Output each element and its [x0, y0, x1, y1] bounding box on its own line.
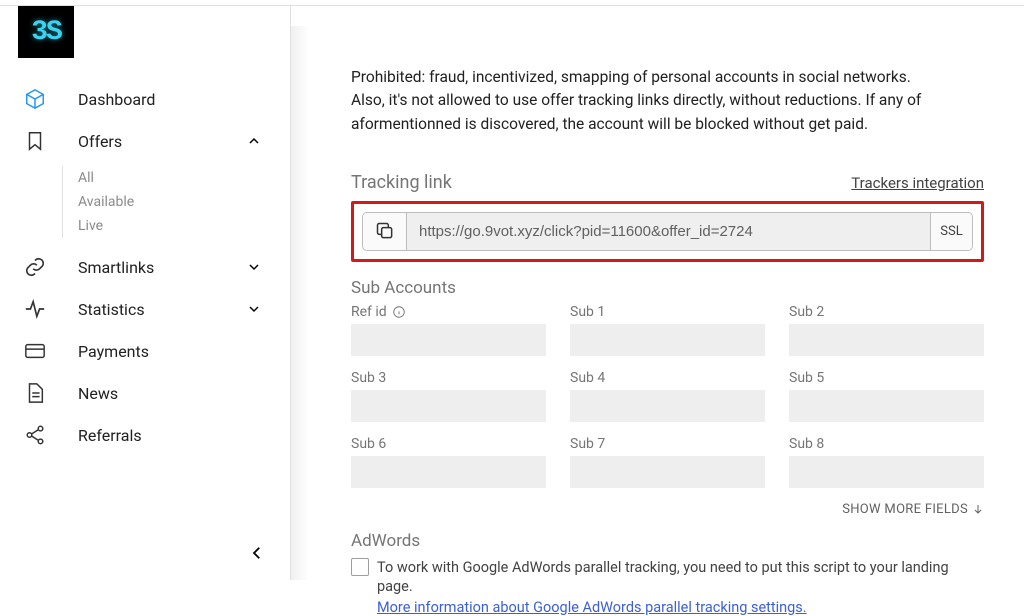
file-icon	[22, 380, 48, 406]
sub3-input[interactable]	[351, 390, 546, 422]
ssl-toggle[interactable]: SSL	[930, 213, 972, 250]
adwords-checkbox[interactable]	[351, 558, 369, 576]
sidebar-item-dashboard[interactable]: Dashboard	[0, 78, 290, 120]
tracking-link-title: Tracking link	[351, 172, 452, 193]
info-icon[interactable]	[392, 305, 406, 319]
trackers-integration-link[interactable]: Trackers integration	[851, 174, 984, 192]
sub-field-label: Sub 8	[789, 436, 824, 452]
chevron-up-icon	[246, 133, 262, 149]
tracking-link-highlight: SSL	[351, 201, 984, 262]
sidebar-item-label: News	[78, 384, 268, 403]
sub6-input[interactable]	[351, 456, 546, 488]
cube-icon	[22, 86, 48, 112]
sidebar-item-label: Referrals	[78, 426, 268, 445]
sidebar-item-smartlinks[interactable]: Smartlinks	[0, 246, 290, 288]
sidebar: Dashboard Offers All Available Live	[0, 6, 290, 580]
sidebar-item-label: Payments	[78, 342, 268, 361]
sub-field-label: Sub 1	[570, 304, 605, 320]
sub-field-label: Sub 4	[570, 370, 605, 386]
adwords-description: To work with Google AdWords parallel tra…	[377, 559, 949, 595]
link-icon	[22, 254, 48, 280]
sidebar-item-payments[interactable]: Payments	[0, 330, 290, 372]
sidebar-item-offers[interactable]: Offers	[0, 120, 290, 162]
show-more-label: SHOW MORE FIELDS	[842, 502, 968, 517]
sub-field-label: Sub 2	[789, 304, 824, 320]
copy-button[interactable]	[363, 213, 407, 250]
refid-input[interactable]	[351, 324, 546, 356]
sidebar-item-statistics[interactable]: Statistics	[0, 288, 290, 330]
notice-text: Prohibited: fraud, incentivized, smappin…	[351, 6, 984, 136]
sidebar-item-news[interactable]: News	[0, 372, 290, 414]
sub-field-label: Sub 6	[351, 436, 386, 452]
adwords-more-info-link[interactable]: More information about Google AdWords pa…	[377, 599, 984, 616]
offers-submenu: All Available Live	[0, 162, 290, 246]
sidebar-item-label: Statistics	[78, 300, 246, 319]
sidebar-subitem-live[interactable]: Live	[78, 214, 290, 238]
show-more-fields-button[interactable]: SHOW MORE FIELDS	[351, 502, 984, 517]
sub-field-label: Ref id	[351, 304, 387, 320]
sidebar-subitem-available[interactable]: Available	[78, 190, 290, 214]
sub-field-label: Sub 5	[789, 370, 824, 386]
main-content: Prohibited: fraud, incentivized, smappin…	[291, 6, 1024, 616]
chevron-left-icon	[248, 544, 266, 562]
chevron-down-icon	[246, 259, 262, 275]
sidebar-item-referrals[interactable]: Referrals	[0, 414, 290, 456]
sidebar-collapse-button[interactable]	[248, 544, 266, 562]
sub-accounts-title: Sub Accounts	[351, 278, 984, 298]
sub2-input[interactable]	[789, 324, 984, 356]
arrow-down-icon	[972, 503, 984, 515]
chevron-down-icon	[246, 301, 262, 317]
sub-field-label: Sub 7	[570, 436, 605, 452]
bookmark-icon	[22, 128, 48, 154]
adwords-title: AdWords	[351, 531, 984, 551]
tracking-url-input[interactable]	[407, 213, 930, 250]
sidebar-item-label: Dashboard	[78, 90, 268, 109]
sub8-input[interactable]	[789, 456, 984, 488]
sub4-input[interactable]	[570, 390, 765, 422]
sidebar-item-label: Offers	[78, 132, 246, 151]
activity-icon	[22, 296, 48, 322]
sub5-input[interactable]	[789, 390, 984, 422]
sidebar-item-label: Smartlinks	[78, 258, 246, 277]
sub7-input[interactable]	[570, 456, 765, 488]
copy-icon	[375, 221, 395, 241]
card-icon	[22, 338, 48, 364]
share-icon	[22, 422, 48, 448]
sub-field-label: Sub 3	[351, 370, 386, 386]
sub1-input[interactable]	[570, 324, 765, 356]
sidebar-subitem-all[interactable]: All	[78, 166, 290, 190]
